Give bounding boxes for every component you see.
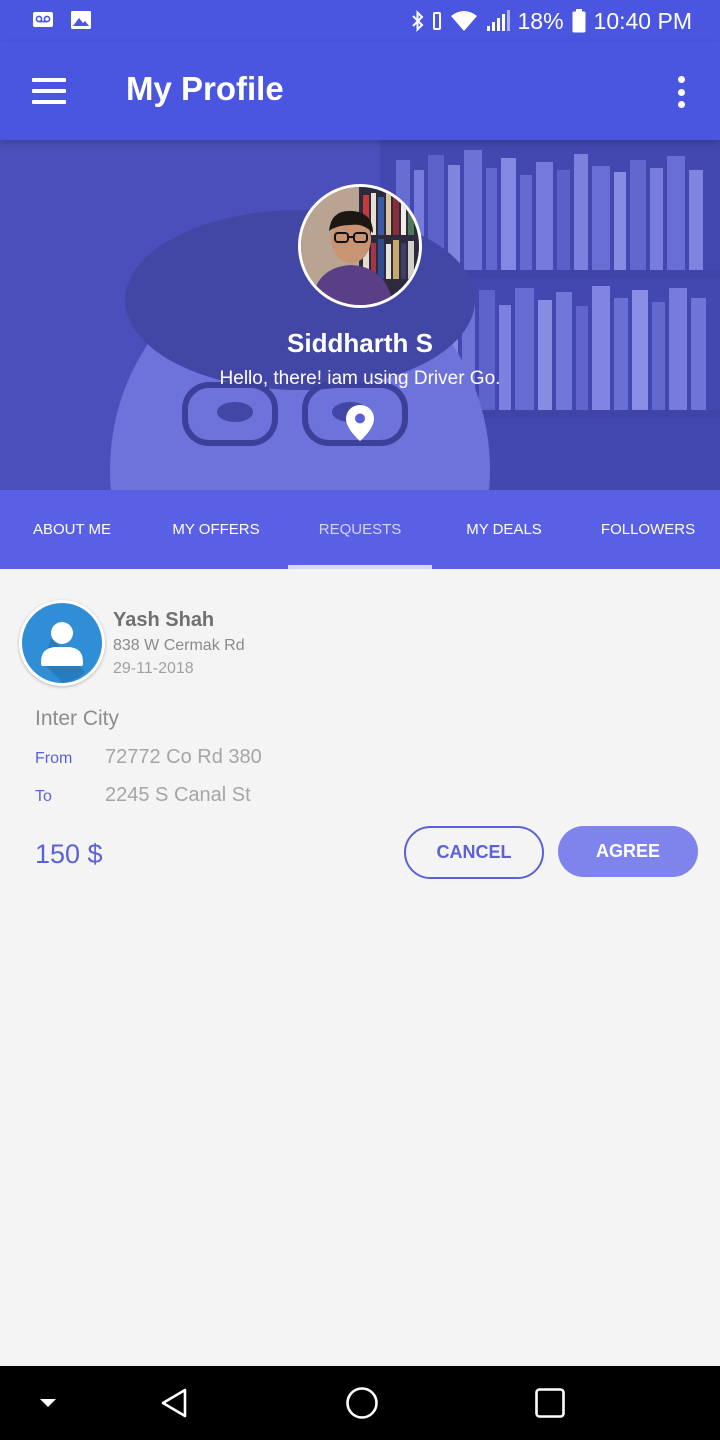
tab-followers[interactable]: FOLLOWERS [576,490,720,569]
to-address: 2245 S Canal St [105,784,251,806]
signal-icon [486,10,510,32]
tab-my-offers[interactable]: MY OFFERS [144,490,288,569]
back-icon[interactable] [148,1366,200,1440]
tab-my-deals[interactable]: MY DEALS [432,490,576,569]
request-date: 29-11-2018 [113,660,194,677]
tab-requests[interactable]: REQUESTS [288,490,432,569]
from-label: From [35,750,73,767]
wifi-icon [450,10,478,32]
vibrate-icon [432,11,442,31]
location-pin-icon[interactable] [345,404,375,442]
profile-status-message: Hello, there! iam using Driver Go. [219,368,501,389]
profile-header: Siddharth S Hello, there! iam using Driv… [0,140,720,490]
status-bar: 18% 10:40 PM [0,0,720,42]
requester-address: 838 W Cermak Rd [113,637,245,654]
system-navigation-bar [0,1366,720,1440]
clock: 10:40 PM [593,7,692,34]
home-icon[interactable] [336,1366,388,1440]
profile-tabs: ABOUT ME MY OFFERS REQUESTS MY DEALS FOL… [0,490,720,569]
requester-name: Yash Shah [113,609,215,631]
request-card: Yash Shah 838 W Cermak Rd 29-11-2018 Int… [0,569,720,909]
image-icon [70,10,92,30]
battery-percent: 18% [517,7,564,34]
cancel-button[interactable]: CANCEL [404,826,544,879]
profile-avatar[interactable] [298,184,422,308]
tab-about-me[interactable]: ABOUT ME [0,490,144,569]
bluetooth-icon [411,10,424,32]
more-vert-icon[interactable] [666,70,696,114]
app-root: 18% 10:40 PM My Profile Siddharth S Hell… [0,0,720,1440]
profile-name: Siddharth S [287,328,433,358]
request-price: 150 $ [35,839,103,869]
from-address: 72772 Co Rd 380 [105,746,262,768]
page-title: My Profile [126,70,284,107]
agree-button[interactable]: AGREE [558,826,698,877]
app-bar: My Profile [0,42,720,140]
menu-icon[interactable] [28,72,70,110]
to-label: To [35,788,52,805]
recents-icon[interactable] [524,1366,576,1440]
dropdown-icon[interactable] [24,1366,72,1440]
voicemail-icon [32,10,54,30]
battery-icon [572,9,586,33]
requester-avatar[interactable] [19,600,105,686]
trip-type: Inter City [35,707,120,730]
